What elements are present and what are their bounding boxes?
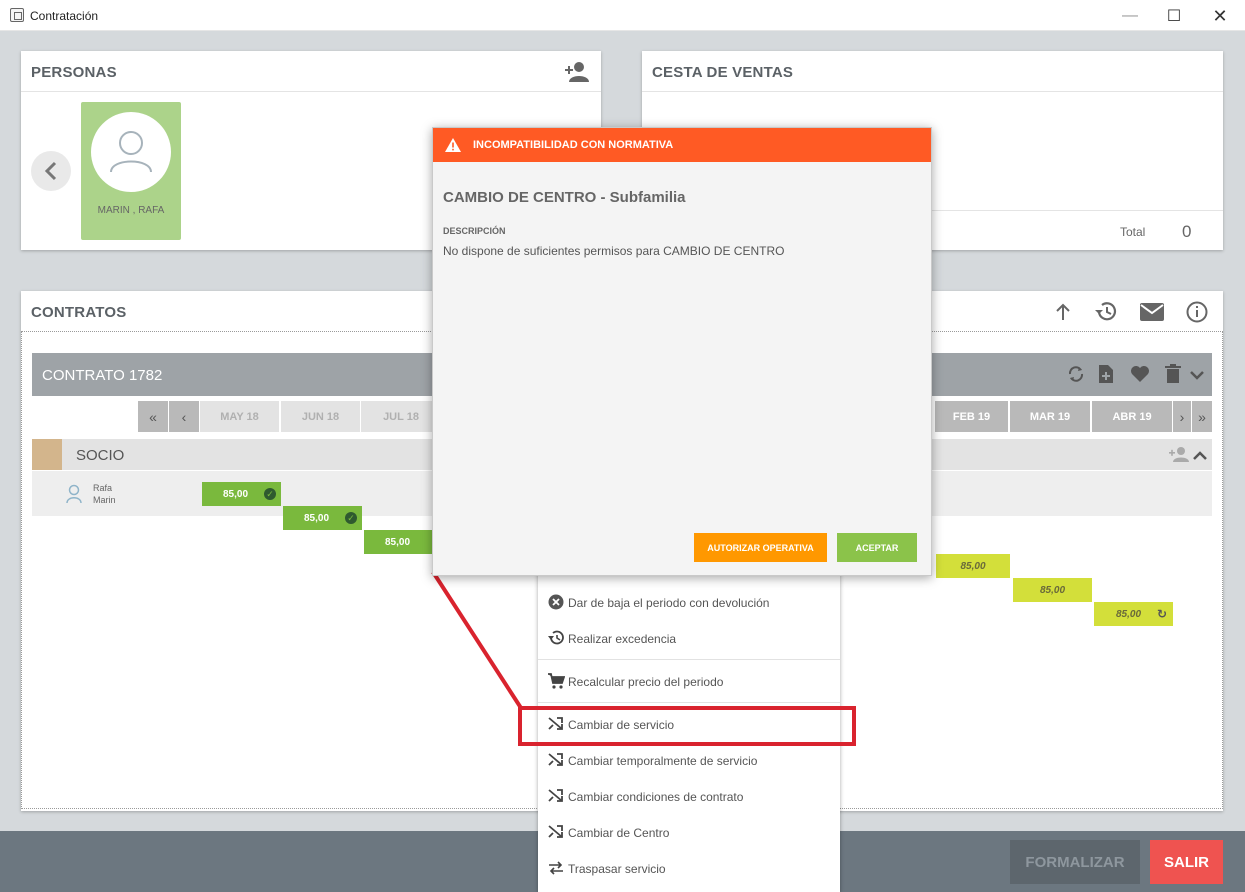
close-button[interactable]: ✕	[1198, 2, 1242, 30]
contratos-title: CONTRATOS	[31, 304, 127, 321]
add-person-icon[interactable]	[1168, 445, 1190, 468]
divider	[21, 91, 601, 92]
person-name: MARIN , RAFA	[97, 205, 165, 216]
menu-item-label: Realizar excedencia	[568, 632, 677, 646]
prev-page-button[interactable]: ‹	[169, 401, 199, 432]
history-icon[interactable]	[1093, 299, 1119, 325]
menu-item-excedencia[interactable]: Realizar excedencia	[538, 621, 840, 657]
title-bar: Contratación — ☐ ✕	[0, 0, 1245, 31]
payment-cell[interactable]: 85,00 ✓	[283, 506, 362, 530]
app-icon	[10, 8, 24, 22]
trash-icon[interactable]	[1165, 364, 1181, 388]
shuffle-icon	[538, 824, 568, 842]
menu-item-cambiar-centro[interactable]: Cambiar de Centro	[538, 815, 840, 851]
menu-item-recalcular[interactable]: Recalcular precio del periodo	[538, 664, 840, 700]
autorizar-button[interactable]: AUTORIZAR OPERATIVA	[694, 533, 827, 562]
shuffle-icon	[538, 752, 568, 770]
menu-separator	[538, 702, 840, 703]
chevron-down-icon[interactable]	[1189, 368, 1205, 385]
month-cell: FEB 19	[935, 401, 1008, 432]
warning-icon	[445, 138, 461, 152]
dialog-header-title: INCOMPATIBILIDAD CON NORMATIVA	[473, 139, 674, 151]
payment-cell[interactable]: 85,00 ↻	[1094, 602, 1173, 626]
warning-dialog: INCOMPATIBILIDAD CON NORMATIVA CAMBIO DE…	[432, 127, 932, 576]
swap-icon	[538, 860, 568, 878]
description-text: No dispone de suficientes permisos para …	[443, 244, 785, 258]
maximize-button[interactable]: ☐	[1152, 2, 1196, 30]
menu-item-cambiar-condiciones[interactable]: Cambiar condiciones de contrato	[538, 779, 840, 815]
last-page-button[interactable]: »	[1192, 401, 1212, 432]
section-color-swatch	[32, 439, 62, 470]
renew-icon: ↻	[1156, 607, 1167, 621]
heart-icon[interactable]	[1130, 365, 1150, 387]
annotation-line	[431, 570, 523, 710]
description-label: DESCRIPCIÓN	[443, 226, 506, 236]
divider	[642, 91, 1223, 92]
total-label: Total	[1120, 225, 1146, 239]
mail-icon[interactable]	[1138, 299, 1166, 325]
cart-icon	[538, 672, 568, 692]
prev-person-button[interactable]	[31, 151, 71, 191]
payment-cell[interactable]: 85,00	[936, 554, 1010, 578]
history-icon	[538, 630, 568, 649]
section-title: SOCIO	[76, 447, 125, 464]
total-value: 0	[1182, 222, 1192, 241]
minimize-button[interactable]: —	[1108, 2, 1152, 30]
info-icon[interactable]	[1184, 299, 1210, 325]
month-cell: MAY 18	[200, 401, 279, 432]
highlight-box	[518, 706, 856, 746]
month-cell: MAR 19	[1010, 401, 1090, 432]
menu-item-cambiar-temporal[interactable]: Cambiar temporalmente de servicio	[538, 743, 840, 779]
payment-amount: 85,00	[384, 536, 411, 548]
menu-item-label: Dar de baja el periodo con devolución	[568, 596, 770, 610]
add-person-icon[interactable]	[564, 60, 592, 84]
user-icon	[65, 484, 83, 509]
month-cell: JUN 18	[281, 401, 360, 432]
avatar	[91, 112, 171, 192]
member-first-name: Rafa	[93, 483, 113, 493]
window-title: Contratación	[30, 9, 99, 23]
salir-button[interactable]: SALIR	[1150, 840, 1223, 884]
sync-icon[interactable]	[1067, 365, 1085, 387]
next-page-button[interactable]: ›	[1173, 401, 1191, 432]
payment-cell[interactable]: 85,00	[1013, 578, 1092, 602]
chevron-up-icon[interactable]	[1192, 449, 1208, 467]
payment-amount: 85,00	[960, 560, 986, 572]
month-cell: JUL 18	[361, 401, 441, 432]
payment-cell[interactable]: 85,00 ✓	[202, 482, 281, 506]
cesta-title: CESTA DE VENTAS	[652, 64, 794, 81]
member-last-name: Marin	[93, 495, 116, 505]
menu-item-label: Cambiar condiciones de contrato	[568, 790, 744, 804]
menu-item-traspasar[interactable]: Traspasar servicio	[538, 851, 840, 887]
menu-separator	[538, 659, 840, 660]
personas-title: PERSONAS	[31, 64, 117, 81]
aceptar-button[interactable]: ACEPTAR	[837, 533, 917, 562]
formalizar-button[interactable]: FORMALIZAR	[1010, 840, 1140, 884]
menu-item-label: Cambiar de Centro	[568, 826, 670, 840]
arrow-up-icon[interactable]	[1051, 300, 1075, 324]
menu-item-label: Traspasar servicio	[568, 862, 666, 876]
menu-item-baja-devolucion[interactable]: Dar de baja el periodo con devolución	[538, 585, 840, 621]
person-card[interactable]: MARIN , RAFA	[81, 102, 181, 240]
dialog-header: INCOMPATIBILIDAD CON NORMATIVA	[433, 128, 931, 162]
menu-item-label: Recalcular precio del periodo	[568, 675, 724, 689]
check-icon: ✓	[264, 488, 276, 500]
first-page-button[interactable]: «	[138, 401, 168, 432]
payment-amount: 85,00	[222, 488, 249, 500]
add-document-icon[interactable]	[1098, 364, 1114, 388]
contract-label: CONTRATO 1782	[42, 367, 163, 384]
check-icon: ✓	[345, 512, 357, 524]
menu-item-label: Cambiar temporalmente de servicio	[568, 754, 758, 768]
shuffle-icon	[538, 788, 568, 806]
dialog-subtitle: CAMBIO DE CENTRO - Subfamilia	[443, 189, 686, 206]
payment-amount: 85,00	[1039, 584, 1066, 596]
payment-amount: 85,00	[1115, 608, 1142, 620]
month-cell: ABR 19	[1092, 401, 1172, 432]
cancel-circle-icon	[538, 594, 568, 613]
payment-amount: 85,00	[303, 512, 330, 524]
